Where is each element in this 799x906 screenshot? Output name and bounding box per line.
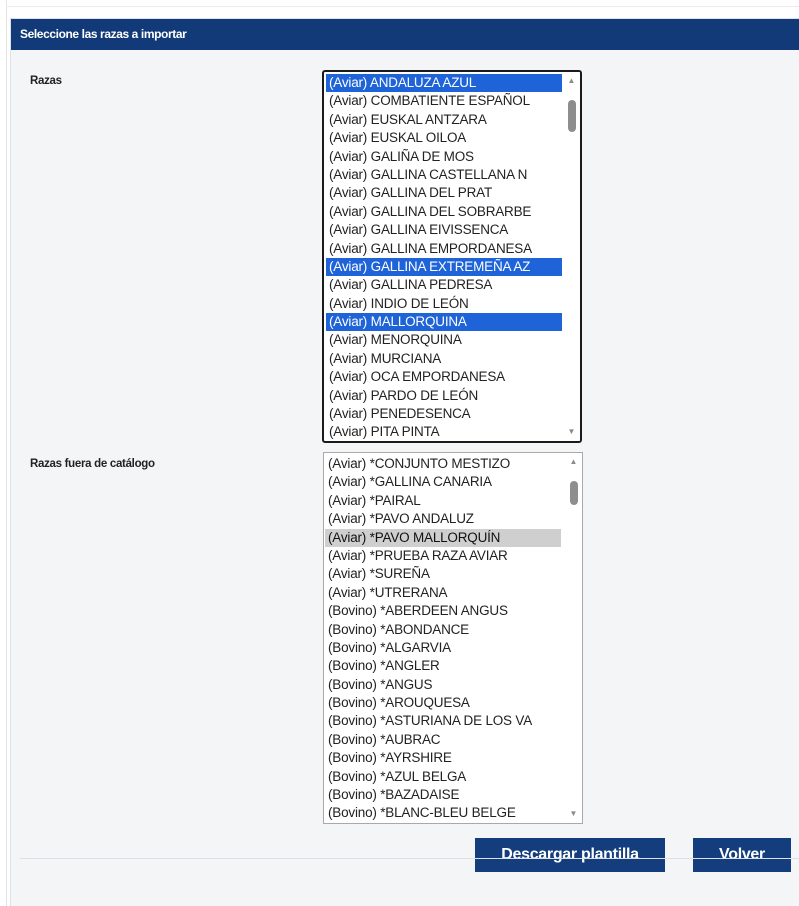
list-option[interactable]: (Aviar) *CONJUNTO MESTIZO (325, 455, 561, 473)
list-option[interactable]: (Aviar) MENORQUINA (326, 331, 562, 349)
panel-title: Seleccione las razas a importar (11, 19, 799, 50)
page-top-border (6, 6, 799, 7)
list-option[interactable]: (Aviar) OCA EMPORDANESA (326, 368, 562, 386)
list-option[interactable]: (Aviar) PITA PINTA (326, 423, 562, 441)
list-option[interactable]: (Aviar) MALLORQUINA (326, 313, 562, 332)
list-option[interactable]: (Aviar) EUSKAL ANTZARA (326, 111, 562, 129)
list-option[interactable]: (Aviar) PENEDESENCA (326, 405, 562, 423)
list-option[interactable]: (Bovino) *ABONDANCE (325, 621, 561, 639)
list-option[interactable]: (Aviar) COMBATIENTE ESPAÑOL (326, 92, 562, 110)
page-left-border (6, 0, 7, 906)
list-option[interactable]: (Bovino) *ANGUS (325, 676, 561, 694)
list-option[interactable]: (Aviar) *PAVO ANDALUZ (325, 510, 561, 528)
list-option[interactable]: (Bovino) *BAZADAISE (325, 786, 561, 804)
list-option[interactable]: (Aviar) GALLINA DEL SOBRARBE (326, 203, 562, 221)
list-option[interactable]: (Bovino) *BLANC-BLEU BELGE (325, 804, 561, 822)
list-option[interactable]: (Aviar) *GALLINA CANARIA (325, 473, 561, 491)
list-option[interactable]: (Aviar) GALLINA DEL PRAT (326, 184, 562, 202)
list-option[interactable]: (Aviar) *SUREÑA (325, 565, 561, 583)
footer-divider (20, 858, 799, 859)
list-option[interactable]: (Aviar) GALLINA CASTELLANA N (326, 166, 562, 184)
list-option[interactable]: (Bovino) *AZUL BELGA (325, 768, 561, 786)
back-button[interactable]: Volver (693, 838, 791, 872)
scroll-up-arrow-icon[interactable]: ▲ (565, 455, 582, 469)
list-option[interactable]: (Aviar) GALLINA EXTREMEÑA AZ (326, 257, 562, 277)
razas-fuera-scrollbar[interactable]: ▲ ▼ (565, 453, 582, 823)
list-option[interactable]: (Aviar) ANDALUZA AZUL (326, 74, 562, 93)
list-option[interactable]: (Aviar) MURCIANA (326, 350, 562, 368)
razas-listbox[interactable]: (Aviar) ANDALUZA AZUL (Aviar) COMBATIENTE… (322, 70, 582, 443)
razas-scroll-thumb[interactable] (568, 100, 576, 132)
list-option[interactable]: (Aviar) INDIO DE LEÓN (326, 295, 562, 313)
scroll-down-arrow-icon[interactable]: ▼ (563, 425, 580, 439)
list-option[interactable]: (Aviar) *UTRERANA (325, 584, 561, 602)
list-option[interactable]: (Bovino) *ABERDEEN ANGUS (325, 602, 561, 620)
razas-fuera-scroll-thumb[interactable] (570, 481, 578, 505)
list-option[interactable]: (Bovino) *AYRSHIRE (325, 749, 561, 767)
list-option[interactable]: (Bovino) *ANGLER (325, 657, 561, 675)
list-option[interactable]: (Bovino) *ASTURIANA DE LOS VA (325, 712, 561, 730)
list-option[interactable]: (Aviar) *PAVO MALLORQUÍN (325, 528, 561, 547)
list-option[interactable]: (Bovino) *AROUQUESA (325, 694, 561, 712)
download-template-button[interactable]: Descargar plantilla (475, 838, 665, 872)
list-option[interactable]: (Aviar) GALIÑA DE MOS (326, 148, 562, 166)
list-option[interactable]: (Aviar) GALLINA PEDRESA (326, 276, 562, 294)
scroll-up-arrow-icon[interactable]: ▲ (563, 74, 580, 88)
list-option[interactable]: (Aviar) *PRUEBA RAZA AVIAR (325, 547, 561, 565)
razas-fuera-label: Razas fuera de catálogo (30, 458, 155, 470)
razas-options: (Aviar) ANDALUZA AZUL (Aviar) COMBATIENTE… (326, 74, 562, 441)
list-option[interactable]: (Aviar) *PAIRAL (325, 492, 561, 510)
list-option[interactable]: (Aviar) GALLINA EMPORDANESA (326, 240, 562, 258)
list-option[interactable]: (Bovino) *AUBRAC (325, 731, 561, 749)
scroll-down-arrow-icon[interactable]: ▼ (565, 807, 582, 821)
razas-scrollbar[interactable]: ▲ ▼ (563, 72, 580, 441)
razas-fuera-options: (Aviar) *CONJUNTO MESTIZO (Aviar) *GALLIN… (325, 455, 561, 823)
list-option[interactable]: (Bovino) *ALGARVIA (325, 639, 561, 657)
list-option[interactable]: (Aviar) PARDO DE LEÓN (326, 387, 562, 405)
razas-fuera-listbox[interactable]: (Aviar) *CONJUNTO MESTIZO (Aviar) *GALLIN… (323, 452, 583, 824)
list-option[interactable]: (Aviar) GALLINA EIVISSENCA (326, 221, 562, 239)
list-option[interactable]: (Aviar) EUSKAL OILOA (326, 129, 562, 147)
razas-label: Razas (30, 75, 62, 87)
